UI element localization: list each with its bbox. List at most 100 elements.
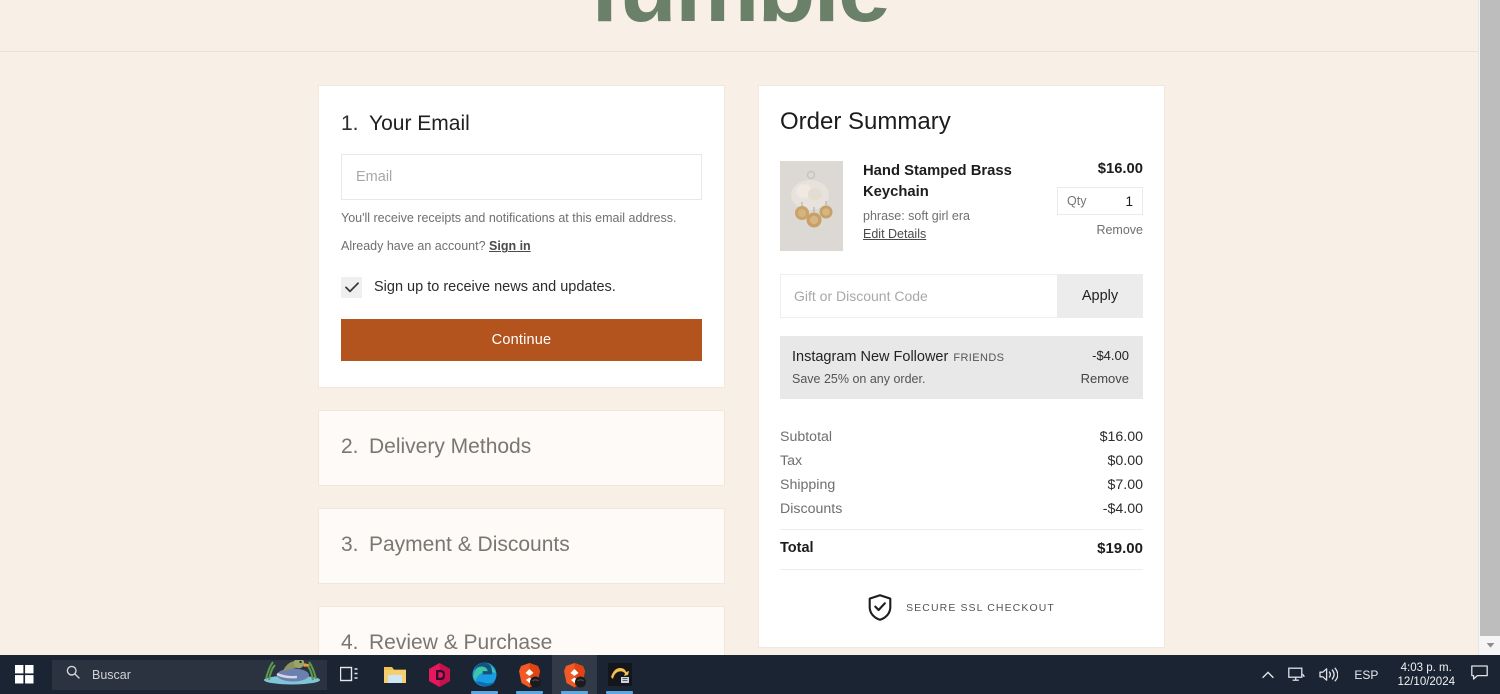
product-details: Hand Stamped Brass Keychain phrase: soft… — [843, 161, 1057, 251]
step-number: 2. — [341, 434, 359, 458]
remove-item-link[interactable]: Remove — [1057, 223, 1143, 237]
site-logo[interactable]: fumble — [0, 0, 1478, 37]
newsletter-checkbox[interactable] — [341, 276, 362, 298]
continue-button[interactable]: Continue — [341, 318, 702, 361]
volume-button[interactable] — [1312, 667, 1345, 682]
system-tray: ESP 4:03 p. m. 12/10/2024 — [1255, 655, 1500, 694]
chevron-down-icon — [1486, 643, 1494, 648]
step-header-delivery-methods[interactable]: 2. Delivery Methods — [319, 411, 724, 485]
quantity-stepper[interactable]: Qty 1 — [1057, 187, 1143, 215]
secure-ssl-badge: SECURE SSL CHECKOUT — [780, 594, 1143, 621]
total-row-discounts: Discounts -$4.00 — [780, 497, 1143, 521]
step-title: Review & Purchase — [369, 630, 553, 654]
step-card-review-purchase[interactable]: 4. Review & Purchase — [318, 605, 725, 655]
discount-code-input[interactable] — [780, 274, 1057, 318]
site-header: fumble — [0, 0, 1478, 52]
scroll-down-button[interactable] — [1480, 636, 1500, 655]
microsoft-edge-button[interactable] — [462, 655, 507, 694]
newsletter-label[interactable]: Sign up to receive news and updates. — [374, 279, 616, 295]
promo-description: Save 25% on any order. — [792, 372, 926, 386]
total-label: Tax — [780, 453, 803, 469]
total-value: $0.00 — [1107, 453, 1143, 469]
checkout-steps-column: 1. Your Email You'll receive receipts an… — [318, 85, 725, 655]
windows-taskbar: Buscar ESP 4:03 p. m. 12/10/2024 — [0, 655, 1500, 694]
app-yellow-icon — [607, 663, 632, 686]
file-explorer-button[interactable] — [372, 655, 417, 694]
step-title: Your Email — [369, 112, 470, 135]
notification-bubble-icon — [1471, 664, 1488, 680]
order-item-row: Hand Stamped Brass Keychain phrase: soft… — [780, 161, 1143, 251]
checkout-page: 1. Your Email You'll receive receipts an… — [0, 52, 1478, 655]
duck-illustration-icon — [261, 659, 323, 690]
promo-title-line: Instagram New Follower FRIENDS — [792, 348, 1081, 366]
quantity-value: 1 — [1125, 193, 1133, 209]
account-hint: Already have an account? Sign in — [341, 237, 702, 256]
speaker-icon — [1319, 667, 1339, 682]
task-view-button[interactable] — [327, 655, 372, 694]
newsletter-row: Sign up to receive news and updates. — [341, 276, 702, 298]
clock-date: 12/10/2024 — [1397, 675, 1455, 688]
clock[interactable]: 4:03 p. m. 12/10/2024 — [1387, 661, 1465, 689]
product-name: Hand Stamped Brass Keychain — [863, 163, 1012, 200]
total-value: $7.00 — [1107, 477, 1143, 493]
language-indicator[interactable]: ESP — [1345, 668, 1387, 682]
search-icon — [66, 665, 80, 684]
sign-in-link[interactable]: Sign in — [489, 239, 531, 253]
promo-amount-column: -$4.00 Remove — [1081, 348, 1129, 386]
task-view-icon — [339, 666, 357, 682]
step-title: Payment & Discounts — [369, 532, 570, 556]
step-number: 3. — [341, 532, 359, 556]
step-header-payment-discounts[interactable]: 3. Payment & Discounts — [319, 509, 724, 583]
step-body-your-email: You'll receive receipts and notification… — [319, 136, 724, 387]
network-status-button[interactable] — [1281, 667, 1312, 682]
step-card-payment-discounts[interactable]: 3. Payment & Discounts — [318, 507, 725, 584]
grand-total-value: $19.00 — [1097, 540, 1143, 557]
search-input[interactable]: Buscar — [52, 659, 327, 690]
step-header-your-email[interactable]: 1. Your Email — [319, 86, 724, 136]
vertical-scrollbar[interactable] — [1478, 0, 1500, 655]
promo-name: Instagram New Follower — [792, 349, 949, 365]
step-number: 4. — [341, 630, 359, 654]
scrollbar-thumb[interactable] — [1480, 0, 1500, 636]
step-title: Delivery Methods — [369, 434, 532, 458]
product-thumbnail[interactable] — [780, 161, 843, 251]
network-monitor-icon — [1288, 667, 1306, 681]
account-hint-text: Already have an account? — [341, 239, 486, 254]
totals-list: Subtotal $16.00 Tax $0.00 Shipping $7.00… — [780, 425, 1143, 570]
edit-details-link[interactable]: Edit Details — [863, 227, 926, 241]
app-pink-icon — [429, 662, 450, 687]
checkmark-icon — [344, 282, 359, 293]
shield-check-icon — [868, 594, 892, 621]
email-field[interactable] — [341, 154, 702, 200]
grand-total-label: Total — [780, 540, 814, 556]
edge-icon — [472, 662, 497, 687]
folder-icon — [383, 667, 406, 683]
step-header-review-purchase[interactable]: 4. Review & Purchase — [319, 607, 724, 655]
start-button[interactable] — [0, 655, 48, 694]
step-number: 1. — [341, 112, 359, 135]
notifications-button[interactable] — [1465, 664, 1500, 685]
show-hidden-icons-button[interactable] — [1255, 670, 1281, 679]
total-label: Subtotal — [780, 429, 833, 445]
grand-total-row: Total $19.00 — [780, 529, 1143, 570]
brave-browser-button-2[interactable] — [552, 655, 597, 694]
app-pink-button[interactable] — [417, 655, 462, 694]
promo-details: Instagram New Follower FRIENDS Save 25% o… — [792, 348, 1081, 386]
step-card-delivery-methods[interactable]: 2. Delivery Methods — [318, 409, 725, 486]
brave-browser-button-1[interactable] — [507, 655, 552, 694]
total-row-tax: Tax $0.00 — [780, 449, 1143, 473]
apply-discount-button[interactable]: Apply — [1057, 274, 1143, 318]
brave-lion-icon — [519, 662, 541, 687]
remove-promo-link[interactable]: Remove — [1081, 371, 1129, 386]
total-value: $16.00 — [1099, 429, 1143, 445]
app-yellow-button[interactable] — [597, 655, 642, 694]
order-summary-panel: Order Summary Hand Stamped Brass Keychai… — [758, 85, 1165, 648]
total-label: Discounts — [780, 501, 843, 517]
chevron-up-icon — [1262, 670, 1275, 678]
applied-promo-row: Instagram New Follower FRIENDS Save 25% o… — [780, 336, 1143, 399]
step-card-your-email[interactable]: 1. Your Email You'll receive receipts an… — [318, 85, 725, 388]
keychain-photo — [780, 161, 843, 251]
promo-amount: -$4.00 — [1092, 348, 1129, 363]
product-variant: phrase: soft girl era — [863, 209, 970, 223]
product-price: $16.00 — [1097, 161, 1143, 177]
